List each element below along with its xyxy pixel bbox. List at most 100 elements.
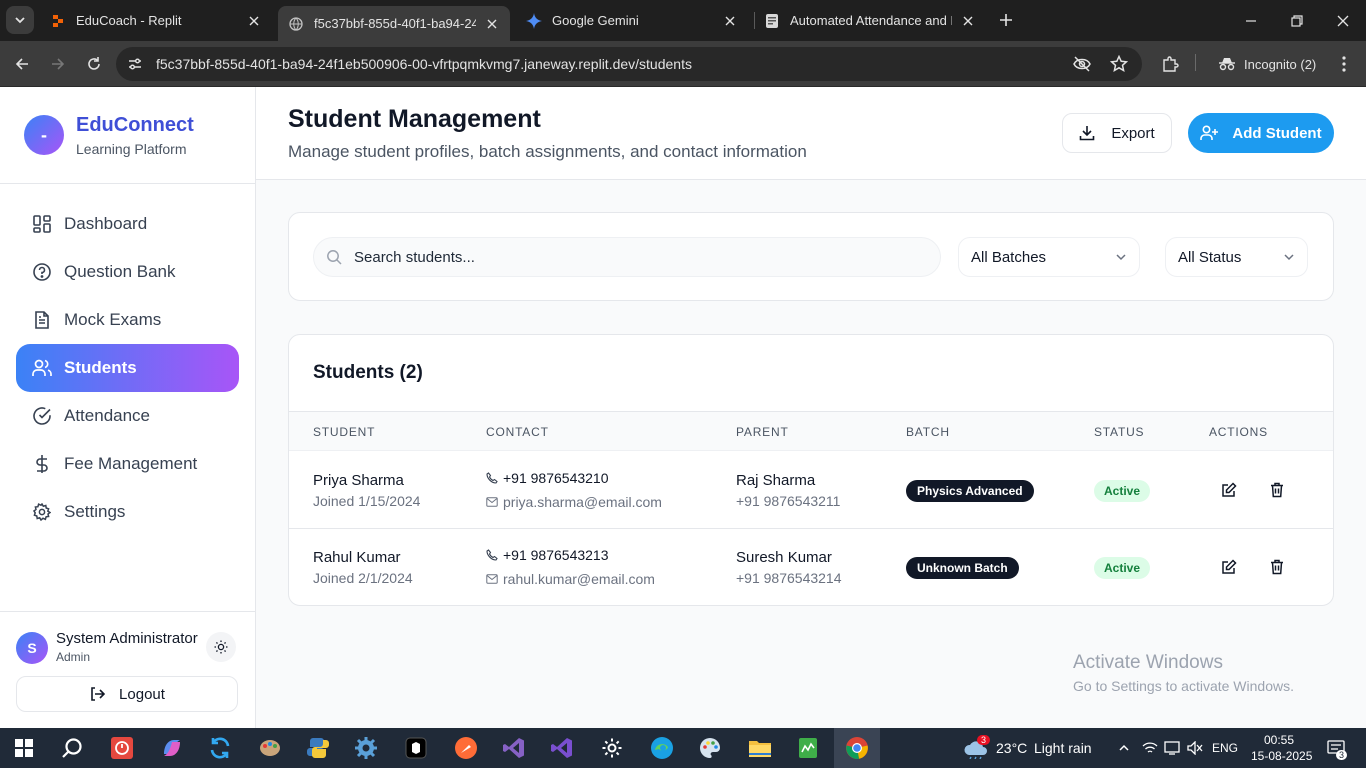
toolbar-separator <box>1195 54 1196 71</box>
python-icon[interactable] <box>302 732 334 764</box>
email-text: rahul.kumar@email.com <box>503 571 655 587</box>
sidebar-item-mock-exams[interactable]: Mock Exams <box>16 296 239 344</box>
contact-email: rahul.kumar@email.com <box>486 571 655 587</box>
minimize-button[interactable] <box>1228 0 1274 41</box>
status-badge: Active <box>1094 480 1151 502</box>
search-box[interactable] <box>313 237 941 277</box>
watermark-subtitle: Go to Settings to activate Windows. <box>1073 678 1294 694</box>
parent-name: Suresh Kumar <box>736 549 832 566</box>
notification-icon[interactable] <box>1320 732 1352 764</box>
windows-start-icon[interactable] <box>8 732 40 764</box>
close-icon[interactable] <box>484 16 500 32</box>
tab-attendance-doc[interactable]: Automated Attendance and Fee <box>754 6 986 35</box>
edge-icon[interactable] <box>646 732 678 764</box>
page-header: Student Management Manage student profil… <box>256 87 1366 180</box>
trash-icon[interactable] <box>1265 478 1289 502</box>
incognito-label: Incognito (2) <box>1244 56 1317 72</box>
postman-icon[interactable] <box>450 732 482 764</box>
extensions-icon[interactable] <box>1156 50 1184 78</box>
status-badge: Active <box>1094 557 1151 579</box>
weather-temp: 23°C <box>996 740 1028 756</box>
new-tab-button[interactable] <box>994 8 1018 32</box>
trash-icon[interactable] <box>1265 555 1289 579</box>
chevron-down-icon <box>1116 254 1126 261</box>
settings-icon[interactable] <box>596 732 628 764</box>
app-red-icon[interactable] <box>106 732 138 764</box>
column-header-status: STATUS <box>1094 425 1145 439</box>
brand-tagline: Learning Platform <box>76 141 187 157</box>
incognito-indicator[interactable]: Incognito (2) <box>1206 48 1328 80</box>
tab-educoach[interactable]: EduCoach - Replit <box>40 6 272 35</box>
theme-toggle-button[interactable] <box>206 632 236 662</box>
site-info-icon[interactable] <box>120 49 150 79</box>
vscode-icon[interactable] <box>546 732 578 764</box>
dark-app-icon[interactable] <box>400 732 432 764</box>
edit-icon[interactable] <box>1217 478 1241 502</box>
paint-palette-icon[interactable] <box>694 732 726 764</box>
settings-gear-icon[interactable] <box>350 732 382 764</box>
browser-toolbar: f5c37bbf-855d-40f1-ba94-24f1eb500906-00-… <box>0 41 1366 87</box>
close-icon[interactable] <box>722 13 738 29</box>
sidebar-item-attendance[interactable]: Attendance <box>16 392 239 440</box>
paint-icon[interactable] <box>254 732 286 764</box>
clock-time[interactable]: 00:55 <box>1264 733 1294 747</box>
page-subtitle: Manage student profiles, batch assignmen… <box>288 142 807 161</box>
close-icon[interactable] <box>246 13 262 29</box>
app-root: - EduConnect Learning Platform Dashboard… <box>0 87 1366 728</box>
back-button[interactable] <box>8 50 36 78</box>
notepad-icon[interactable] <box>792 732 824 764</box>
tab-gemini[interactable]: Google Gemini <box>516 6 748 35</box>
sidebar-item-question-bank[interactable]: Question Bank <box>16 248 239 296</box>
logout-label: Logout <box>119 685 165 703</box>
close-window-button[interactable] <box>1320 0 1366 41</box>
sidebar-item-students[interactable]: Students <box>16 344 239 392</box>
chrome-icon[interactable] <box>841 732 873 764</box>
users-icon <box>32 358 52 378</box>
star-icon[interactable] <box>1110 47 1128 81</box>
forward-button[interactable] <box>44 50 72 78</box>
user-name: System Administrator <box>56 630 198 647</box>
language-indicator[interactable]: ENG <box>1212 741 1238 755</box>
sidebar-item-dashboard[interactable]: Dashboard <box>16 200 239 248</box>
parent-phone: +91 9876543214 <box>736 570 842 586</box>
tab-title: f5c37bbf-855d-40f1-ba94-24f1eb <box>314 16 476 31</box>
address-bar[interactable]: f5c37bbf-855d-40f1-ba94-24f1eb500906-00-… <box>116 47 1142 81</box>
doc-icon <box>764 13 780 29</box>
close-icon[interactable] <box>960 13 976 29</box>
email-text: priya.sharma@email.com <box>503 494 662 510</box>
phone-icon <box>486 472 498 484</box>
batch-filter-select[interactable]: All Batches <box>958 237 1140 277</box>
file-explorer-icon[interactable] <box>744 732 776 764</box>
sidebar-item-label: Dashboard <box>64 214 148 233</box>
status-filter-select[interactable]: All Status <box>1165 237 1308 277</box>
clock-date[interactable]: 15-08-2025 <box>1251 749 1312 763</box>
sync-icon[interactable] <box>204 732 236 764</box>
avatar[interactable]: S <box>16 632 48 664</box>
batch-badge: Unknown Batch <box>906 557 1019 579</box>
column-header-batch: BATCH <box>906 425 950 439</box>
sidebar-item-fee-management[interactable]: Fee Management <box>16 440 239 488</box>
windows-taskbar: 3 23°C Light rain ENG 00:55 15-08-2025 3 <box>0 728 1366 768</box>
column-header-actions: ACTIONS <box>1209 425 1268 439</box>
speaker-icon[interactable] <box>1179 732 1211 764</box>
edit-icon[interactable] <box>1217 555 1241 579</box>
tab-search-button[interactable] <box>6 6 34 34</box>
reload-button[interactable] <box>80 50 108 78</box>
restore-button[interactable] <box>1274 0 1320 41</box>
tab-app-active[interactable]: f5c37bbf-855d-40f1-ba94-24f1eb <box>278 6 510 41</box>
search-icon <box>327 250 342 265</box>
logout-button[interactable]: Logout <box>16 676 238 712</box>
eye-off-icon[interactable] <box>1072 47 1092 81</box>
export-button[interactable]: Export <box>1062 113 1172 153</box>
browser-menu-icon[interactable] <box>1330 50 1358 78</box>
sidebar-item-settings[interactable]: Settings <box>16 488 239 536</box>
add-student-button[interactable]: Add Student <box>1188 113 1334 153</box>
column-header-parent: PARENT <box>736 425 789 439</box>
main-content: Student Management Manage student profil… <box>256 87 1366 728</box>
search-icon[interactable] <box>56 732 88 764</box>
copilot-icon[interactable] <box>156 732 188 764</box>
brand-logo: - <box>24 115 64 155</box>
visual-studio-icon[interactable] <box>498 732 530 764</box>
search-input[interactable] <box>354 248 914 266</box>
status-filter-value: All Status <box>1178 248 1242 266</box>
